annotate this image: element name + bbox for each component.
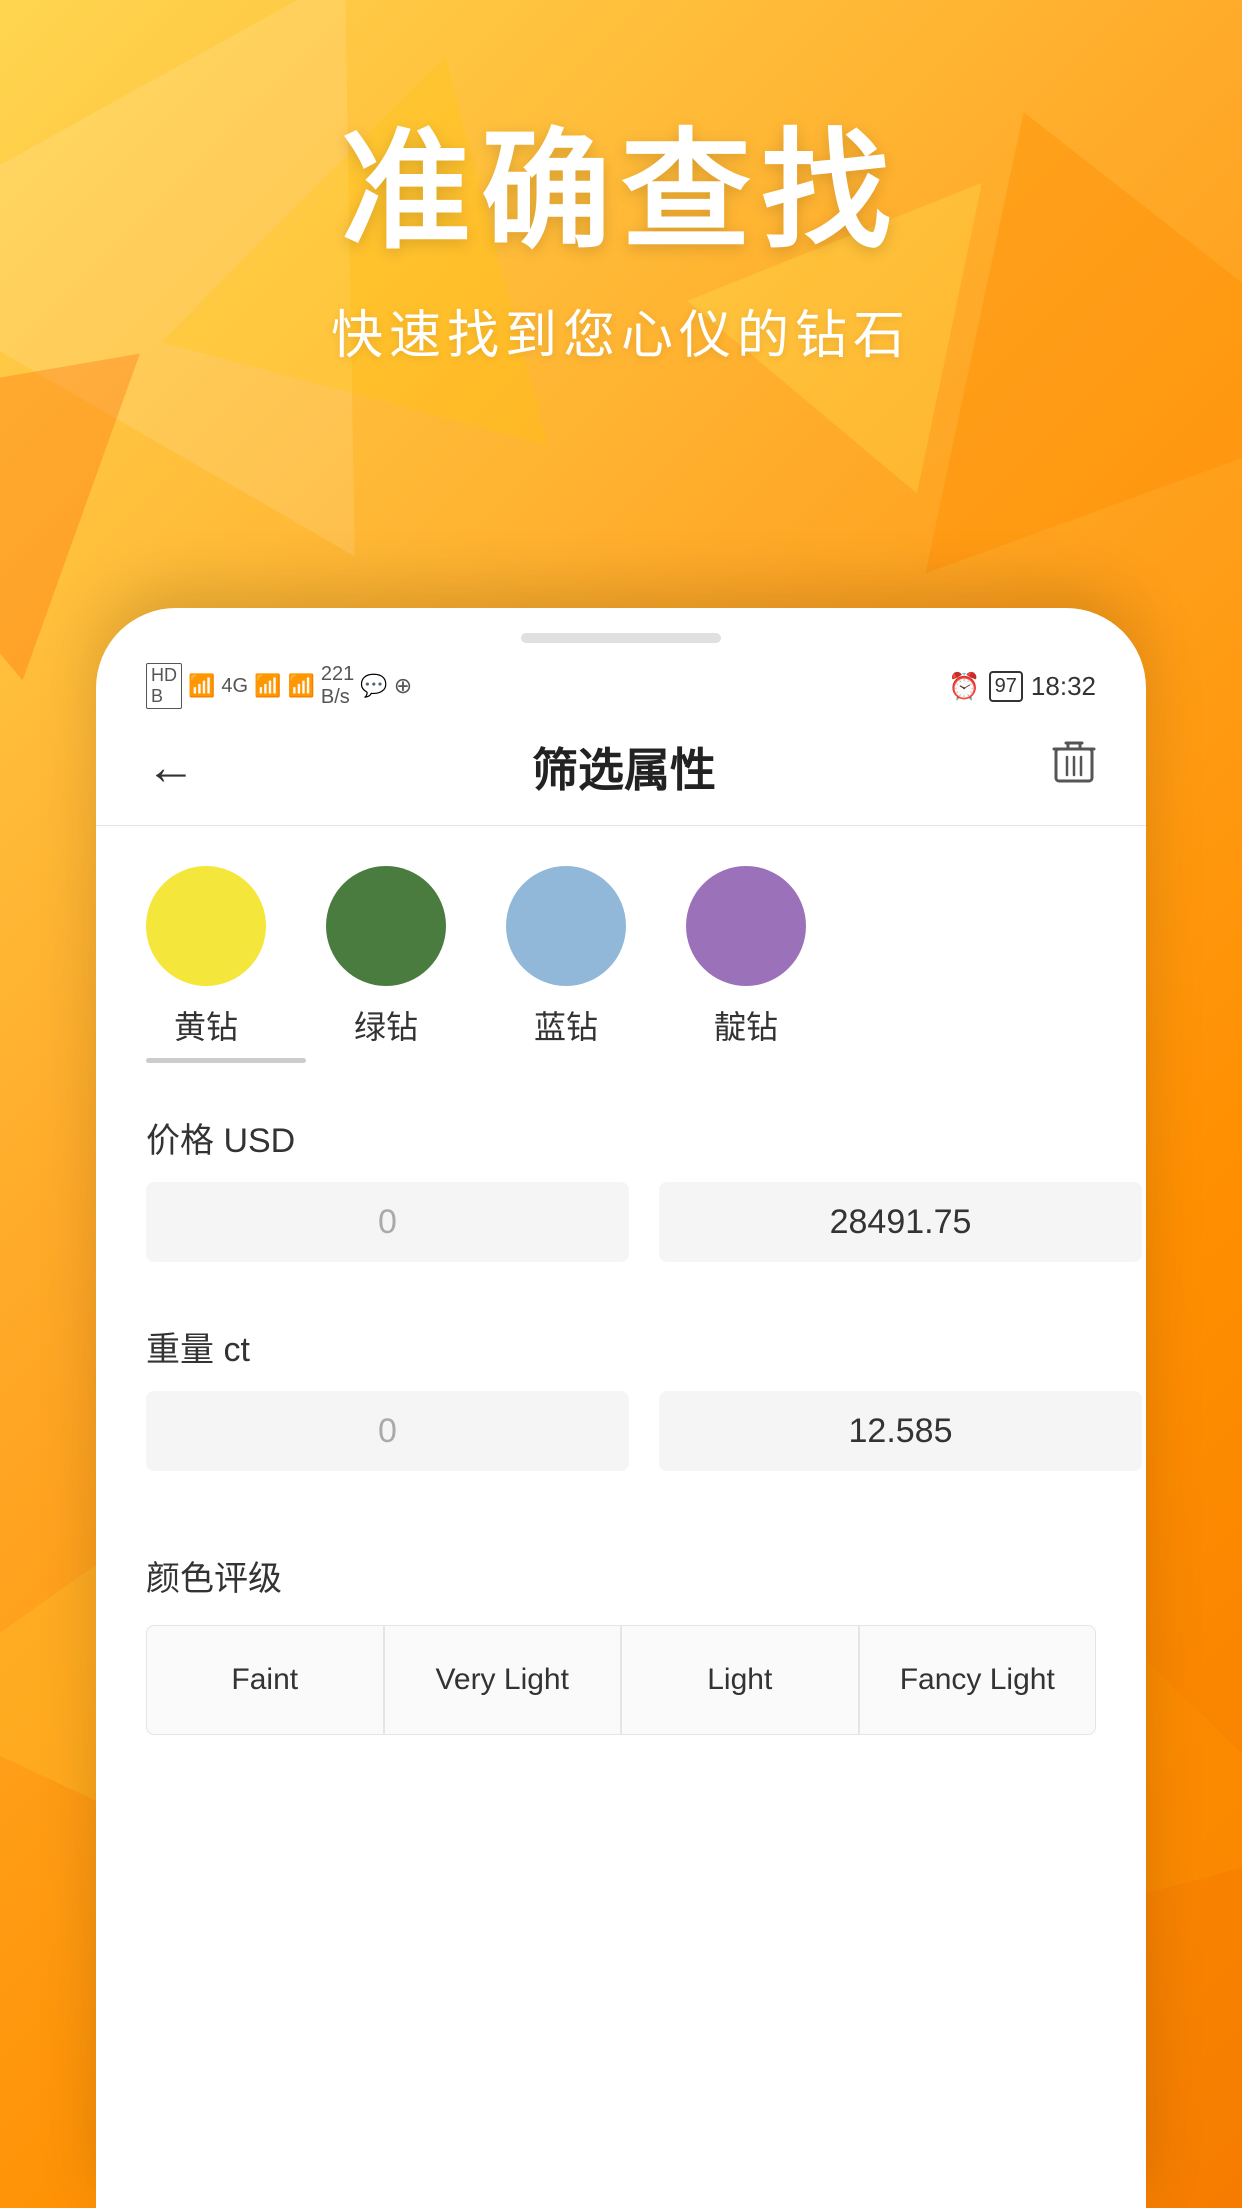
signal-icon: 📶: [188, 673, 215, 699]
weight-label: 重量 ct: [146, 1322, 1096, 1371]
hd-badge: HDB: [146, 663, 182, 709]
price-input-row: [146, 1182, 1096, 1262]
blue-diamond-label: 蓝钻: [534, 1002, 598, 1048]
phone-mockup: HDB 📶 4G 📶 📶 221B/s 💬 ⊕ ⏰ 97 18:32 ← 筛选属…: [96, 608, 1146, 2208]
rating-light[interactable]: Light: [621, 1625, 859, 1735]
signal2-icon: 📶: [254, 673, 281, 699]
diamond-item-green[interactable]: 绿钻: [326, 866, 446, 1048]
spacer: [96, 1501, 1146, 1531]
status-bar: HDB 📶 4G 📶 📶 221B/s 💬 ⊕ ⏰ 97 18:32: [96, 653, 1146, 714]
yellow-diamond-circle: [146, 866, 266, 986]
weight-section: 重量 ct: [96, 1292, 1146, 1471]
blue-diamond-circle: [506, 866, 626, 986]
color-rating-section: 颜色评级 Faint Very Light Light Fancy Light: [96, 1531, 1146, 1735]
green-diamond-circle: [326, 866, 446, 986]
diamond-item-purple[interactable]: 靛钻: [686, 866, 806, 1048]
alarm-icon: ⏰: [948, 671, 980, 702]
purple-diamond-circle: [686, 866, 806, 986]
phone-notch: [521, 633, 721, 643]
purple-diamond-label: 靛钻: [714, 1002, 778, 1048]
diamond-item-yellow[interactable]: 黄钻: [146, 866, 266, 1048]
data-speed: 221B/s: [321, 663, 354, 709]
4g-label: 4G: [221, 675, 248, 698]
wifi-icon: 📶: [288, 673, 315, 699]
weight-max-input[interactable]: [659, 1391, 1142, 1471]
diamond-item-blue[interactable]: 蓝钻: [506, 866, 626, 1048]
price-section: 价格 USD: [96, 1083, 1146, 1262]
page-title: 筛选属性: [532, 734, 716, 800]
rating-faint[interactable]: Faint: [146, 1625, 384, 1735]
rating-row: Faint Very Light Light Fancy Light: [146, 1625, 1096, 1735]
header-section: 准确查找 快速找到您心仪的钻石: [0, 120, 1242, 368]
battery-icon: 97: [989, 671, 1023, 702]
price-label: 价格 USD: [146, 1113, 1096, 1162]
color-rating-label: 颜色评级: [146, 1551, 1096, 1600]
diamond-section: 黄钻 绿钻 蓝钻 靛钻: [96, 826, 1146, 1083]
weight-input-row: [146, 1391, 1096, 1471]
wechat-icon: ⊕: [394, 673, 412, 699]
price-max-input[interactable]: [659, 1182, 1142, 1262]
yellow-diamond-label: 黄钻: [174, 1002, 238, 1048]
rating-fancy-light[interactable]: Fancy Light: [859, 1625, 1097, 1735]
green-diamond-label: 绿钻: [354, 1002, 418, 1048]
weight-min-input[interactable]: [146, 1391, 629, 1471]
diamond-tab-underline: [146, 1058, 306, 1063]
chat-icon: 💬: [360, 673, 387, 699]
back-button[interactable]: ←: [146, 738, 196, 796]
main-title: 准确查找: [0, 120, 1242, 263]
status-left: HDB 📶 4G 📶 📶 221B/s 💬 ⊕: [146, 663, 412, 709]
diamond-row: 黄钻 绿钻 蓝钻 靛钻: [146, 866, 1096, 1048]
sub-title: 快速找到您心仪的钻石: [0, 293, 1242, 368]
price-min-input[interactable]: [146, 1182, 629, 1262]
app-header: ← 筛选属性: [96, 714, 1146, 826]
time-display: 18:32: [1031, 671, 1096, 702]
status-right: ⏰ 97 18:32: [948, 671, 1096, 702]
delete-button[interactable]: [1052, 737, 1096, 798]
battery-level: 97: [995, 675, 1017, 698]
rating-very-light[interactable]: Very Light: [384, 1625, 622, 1735]
